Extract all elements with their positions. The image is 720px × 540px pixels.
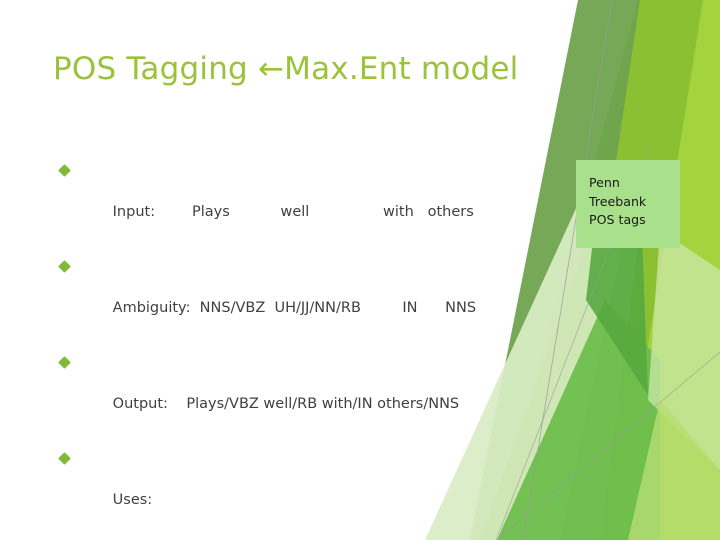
diamond-bullet-icon xyxy=(58,356,71,369)
list-item: Ambiguity: NNS/VBZ UH/JJ/NN/RB IN NNS xyxy=(0,256,560,340)
page-title: POS Tagging ←Max.Ent model xyxy=(53,51,519,87)
callout-line: Penn xyxy=(589,175,620,190)
wedge-bottom-right xyxy=(628,400,720,540)
list-item: Output: Plays/VBZ well/RB with/IN others… xyxy=(0,352,560,436)
callout-box: Penn Treebank POS tags xyxy=(576,160,680,248)
list-item-label: Output: Plays/VBZ well/RB with/IN others… xyxy=(112,396,460,412)
list-item-label: Uses: xyxy=(112,492,153,508)
diamond-bullet-icon xyxy=(58,452,71,465)
diamond-bullet-icon xyxy=(58,164,71,177)
list-item-label: Input: Plays well with others xyxy=(112,204,474,220)
list-item-label: Ambiguity: NNS/VBZ UH/JJ/NN/RB IN NNS xyxy=(112,300,477,316)
callout-line: POS tags xyxy=(589,212,646,227)
wedge-light-overlay xyxy=(648,230,720,470)
list-item: Input: Plays well with others xyxy=(0,160,560,244)
content-body: Input: Plays well with others Ambiguity:… xyxy=(0,160,560,540)
list-item: Uses: xyxy=(0,448,560,532)
band-yellow-green-right xyxy=(612,0,720,540)
callout-line: Treebank xyxy=(589,193,647,209)
diamond-bullet-icon xyxy=(58,260,71,273)
slide: POS Tagging ←Max.Ent model Input: Plays … xyxy=(0,0,720,540)
